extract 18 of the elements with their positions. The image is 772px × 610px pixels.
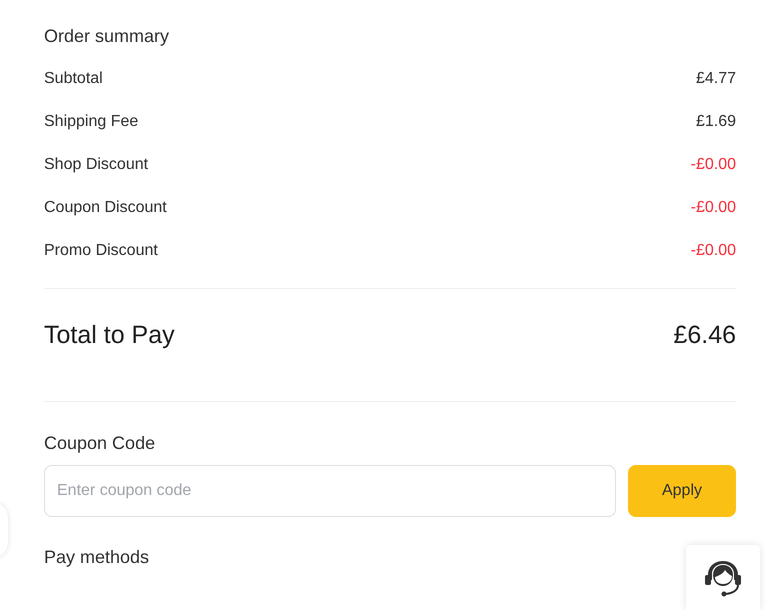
line-amount: -£0.00 [690, 156, 736, 174]
coupon-input[interactable]: Enter coupon code [44, 465, 616, 517]
section-title: Order summary [44, 25, 170, 48]
support-button[interactable] [686, 545, 760, 610]
total-label: Total to Pay [44, 320, 175, 350]
line-label: Shipping Fee [44, 112, 138, 130]
line-amount: £1.69 [696, 112, 736, 130]
coupon-label: Coupon Code [44, 432, 156, 455]
total-amount: £6.46 [673, 320, 736, 350]
line-label: Promo Discount [44, 242, 158, 260]
line-label: Coupon Discount [44, 198, 167, 216]
line-label: Shop Discount [44, 156, 148, 174]
line-label: Subtotal [44, 70, 103, 88]
section-title: Pay methods [44, 546, 150, 569]
line-amount: £4.77 [696, 70, 736, 88]
line-amount: -£0.00 [690, 242, 736, 260]
apply-button[interactable]: Apply [628, 465, 736, 517]
line-amount: -£0.00 [690, 198, 736, 216]
